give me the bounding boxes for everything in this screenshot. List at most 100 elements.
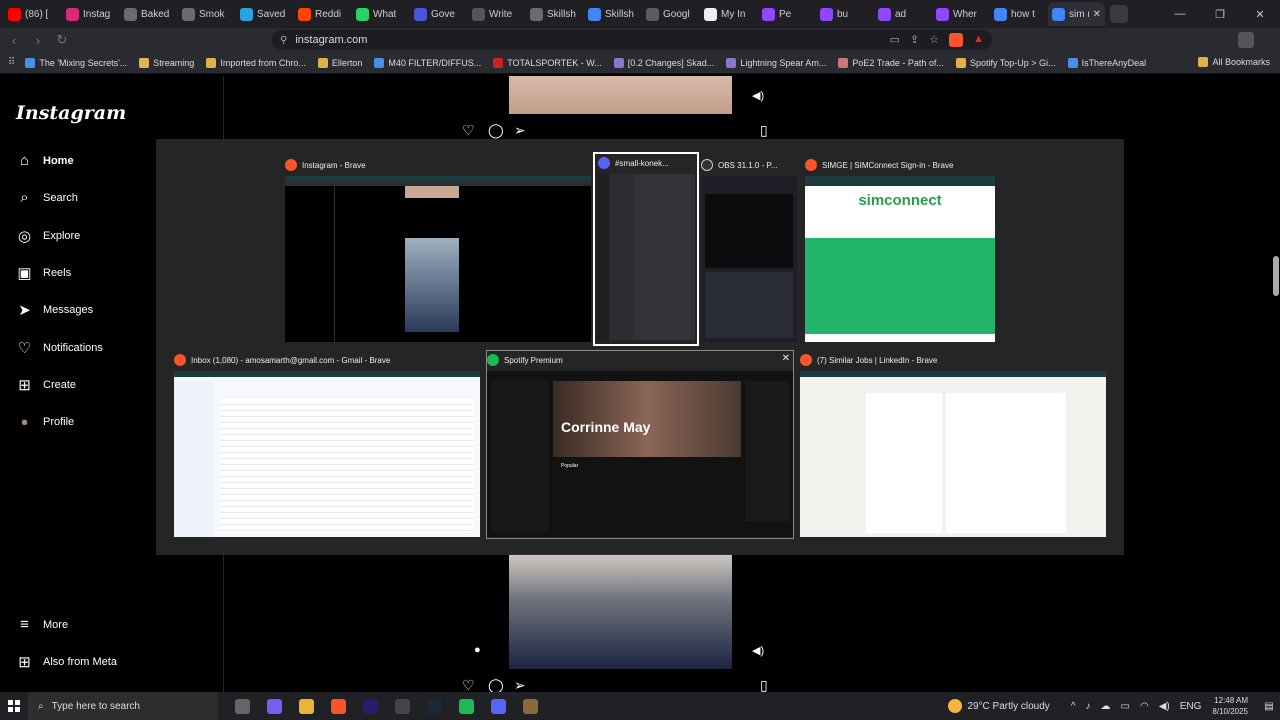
start-button[interactable] bbox=[0, 692, 28, 720]
obs-icon[interactable] bbox=[386, 692, 418, 720]
share-post-icon[interactable]: ➢ bbox=[514, 122, 526, 139]
nav-also-from-meta[interactable]: ⊞ Also from Meta bbox=[16, 653, 117, 671]
all-bookmarks-button[interactable]: All Bookmarks bbox=[1198, 57, 1270, 67]
close-tab-icon[interactable]: ✕ bbox=[1093, 9, 1101, 20]
nav-messages[interactable]: ➤ Messages bbox=[16, 301, 93, 319]
instagram-logo[interactable]: Instagram bbox=[16, 102, 126, 124]
copilot-icon[interactable] bbox=[258, 692, 290, 720]
language-indicator[interactable]: ENG bbox=[1180, 701, 1202, 712]
close-window-icon[interactable]: ✕ bbox=[782, 353, 790, 364]
bookmark-item[interactable]: The 'Mixing Secrets'... bbox=[25, 57, 127, 68]
bookmark-star-icon[interactable]: ☆ bbox=[929, 33, 939, 47]
post-image-bottom[interactable] bbox=[509, 554, 732, 669]
back-button[interactable]: ‹ bbox=[4, 33, 24, 48]
browser-tab[interactable]: Pe bbox=[758, 2, 815, 26]
nav-more-label: More bbox=[43, 618, 69, 631]
comment-icon[interactable]: ◯ bbox=[488, 122, 504, 139]
nav-search[interactable]: ⌕ Search bbox=[16, 189, 78, 206]
weather-widget[interactable]: 29°C Partly cloudy bbox=[948, 699, 1050, 713]
browser-tab[interactable]: Gove bbox=[410, 2, 467, 26]
nav-home[interactable]: ⌂ Home bbox=[16, 152, 74, 169]
browser-tab[interactable]: My In bbox=[700, 2, 757, 26]
steam-icon[interactable] bbox=[418, 692, 450, 720]
browser-tab[interactable]: Saved bbox=[236, 2, 293, 26]
browser-tab[interactable]: Skillsh bbox=[526, 2, 583, 26]
browser-tab[interactable]: Smok bbox=[178, 2, 235, 26]
nav-reels[interactable]: ▣ Reels bbox=[16, 264, 71, 282]
like-icon[interactable]: ♡ bbox=[462, 122, 475, 139]
clock[interactable]: 12:48 AM 8/10/2025 bbox=[1212, 695, 1248, 717]
nav-create[interactable]: ⊞ Create bbox=[16, 376, 76, 394]
switcher-window-instagram[interactable]: Instagram - Brave bbox=[285, 156, 591, 342]
mute-icon-bottom[interactable]: ◀) bbox=[752, 644, 764, 657]
app-icon[interactable] bbox=[514, 692, 546, 720]
bookmark-item[interactable]: [0.2 Changes] Skad... bbox=[613, 57, 714, 68]
show-hidden-icons[interactable]: ^ bbox=[1071, 701, 1076, 712]
brave-shield-icon[interactable] bbox=[949, 33, 964, 47]
bookmark-item[interactable]: M40 FILTER/DIFFUS... bbox=[374, 57, 481, 68]
browser-tab[interactable]: Reddi bbox=[294, 2, 351, 26]
browser-tab[interactable]: Write bbox=[468, 2, 525, 26]
browser-tab[interactable]: bu bbox=[816, 2, 873, 26]
file-explorer-icon[interactable] bbox=[290, 692, 322, 720]
discord-icon[interactable] bbox=[482, 692, 514, 720]
notifications-icon[interactable]: ▤ bbox=[1258, 692, 1280, 720]
browser-tab[interactable]: (86) [ bbox=[4, 2, 61, 26]
browser-tab[interactable]: Wher bbox=[932, 2, 989, 26]
reload-button[interactable]: ↻ bbox=[52, 32, 72, 48]
page-scrollbar[interactable] bbox=[1273, 256, 1279, 296]
switcher-window-gmail[interactable]: Inbox (1,080) - amosamarth@gmail.com - G… bbox=[174, 351, 480, 537]
browser-tab[interactable]: Skillsh bbox=[584, 2, 641, 26]
microphone-icon[interactable]: ♪ bbox=[1086, 701, 1091, 712]
post-image-top[interactable] bbox=[509, 76, 732, 114]
nav-profile[interactable]: ● Profile bbox=[16, 413, 75, 430]
browser-tab[interactable]: how t bbox=[990, 2, 1047, 26]
task-view-icon[interactable] bbox=[226, 692, 258, 720]
maximize-button[interactable]: ❐ bbox=[1200, 0, 1240, 28]
apps-grid-icon[interactable]: ⠿ bbox=[8, 57, 15, 68]
nav-notifications[interactable]: ♡ Notifications bbox=[16, 339, 103, 357]
close-window-button[interactable]: ✕ bbox=[1240, 0, 1280, 28]
taskbar-search[interactable]: ⌕ Type here to search bbox=[28, 692, 218, 720]
bookmark-item[interactable]: TOTALSPORTEK - W... bbox=[493, 57, 602, 68]
bookmark-item[interactable]: PoE2 Trade - Path of... bbox=[838, 57, 944, 68]
rewards-icon[interactable]: ▲ bbox=[973, 33, 984, 47]
premiere-icon[interactable] bbox=[354, 692, 386, 720]
share-icon[interactable]: ⇪ bbox=[910, 33, 919, 47]
bookmark-item[interactable]: Lightning Spear Am... bbox=[726, 57, 826, 68]
switcher-window-spotify[interactable]: Spotify Premium ✕ Corrinne May Popular bbox=[486, 350, 794, 539]
browser-tab[interactable]: sim m ✕ bbox=[1048, 2, 1105, 26]
bookmark-item[interactable]: Ellerton bbox=[317, 57, 362, 68]
new-tab-button[interactable] bbox=[1110, 5, 1128, 23]
spotify-icon[interactable] bbox=[450, 692, 482, 720]
mute-icon[interactable]: ◀) bbox=[752, 89, 764, 102]
browser-tab[interactable]: Googl bbox=[642, 2, 699, 26]
switcher-window-linkedin[interactable]: (7) Similar Jobs | LinkedIn - Brave bbox=[800, 351, 1106, 537]
bookmark-item[interactable]: Streaming bbox=[139, 57, 194, 68]
browser-tab[interactable]: What bbox=[352, 2, 409, 26]
browser-tab[interactable]: Baked bbox=[120, 2, 177, 26]
network-icon[interactable]: ▭ bbox=[1121, 701, 1130, 712]
profile-button[interactable] bbox=[1238, 32, 1254, 48]
install-app-icon[interactable]: ▭ bbox=[890, 33, 900, 47]
wifi-icon[interactable]: ◠ bbox=[1140, 701, 1149, 712]
cloud-icon[interactable]: ☁ bbox=[1101, 701, 1111, 712]
bookmark-item[interactable]: IsThereAnyDeal bbox=[1067, 57, 1146, 68]
volume-icon[interactable]: ◀) bbox=[1159, 701, 1170, 712]
save-post-icon[interactable]: ▯ bbox=[760, 122, 768, 139]
nav-more[interactable]: ≡ More bbox=[16, 616, 68, 633]
bookmark-item[interactable]: Spotify Top-Up > Gi... bbox=[955, 57, 1056, 68]
bookmark-item[interactable]: Imported from Chro... bbox=[206, 57, 306, 68]
switcher-window-simconnect[interactable]: SIMGE | SIMConnect Sign-in - Brave simco… bbox=[805, 156, 995, 342]
browser-tab[interactable]: ad bbox=[874, 2, 931, 26]
brave-icon[interactable] bbox=[322, 692, 354, 720]
switcher-window-discord[interactable]: #small-konek... bbox=[593, 152, 699, 346]
browser-tab[interactable]: Instag bbox=[62, 2, 119, 26]
address-bar[interactable]: ⚲ instagram.com ▭ ⇪ ☆ ▲ bbox=[272, 30, 992, 50]
tagged-user-icon[interactable]: ● bbox=[474, 644, 481, 656]
nav-explore[interactable]: ◎ Explore bbox=[16, 227, 80, 245]
switcher-window-obs[interactable]: OBS 31.1.0 - P... bbox=[701, 156, 797, 342]
forward-button[interactable]: › bbox=[28, 33, 48, 48]
site-info-icon[interactable]: ⚲ bbox=[280, 35, 287, 46]
minimize-button[interactable]: — bbox=[1160, 0, 1200, 28]
